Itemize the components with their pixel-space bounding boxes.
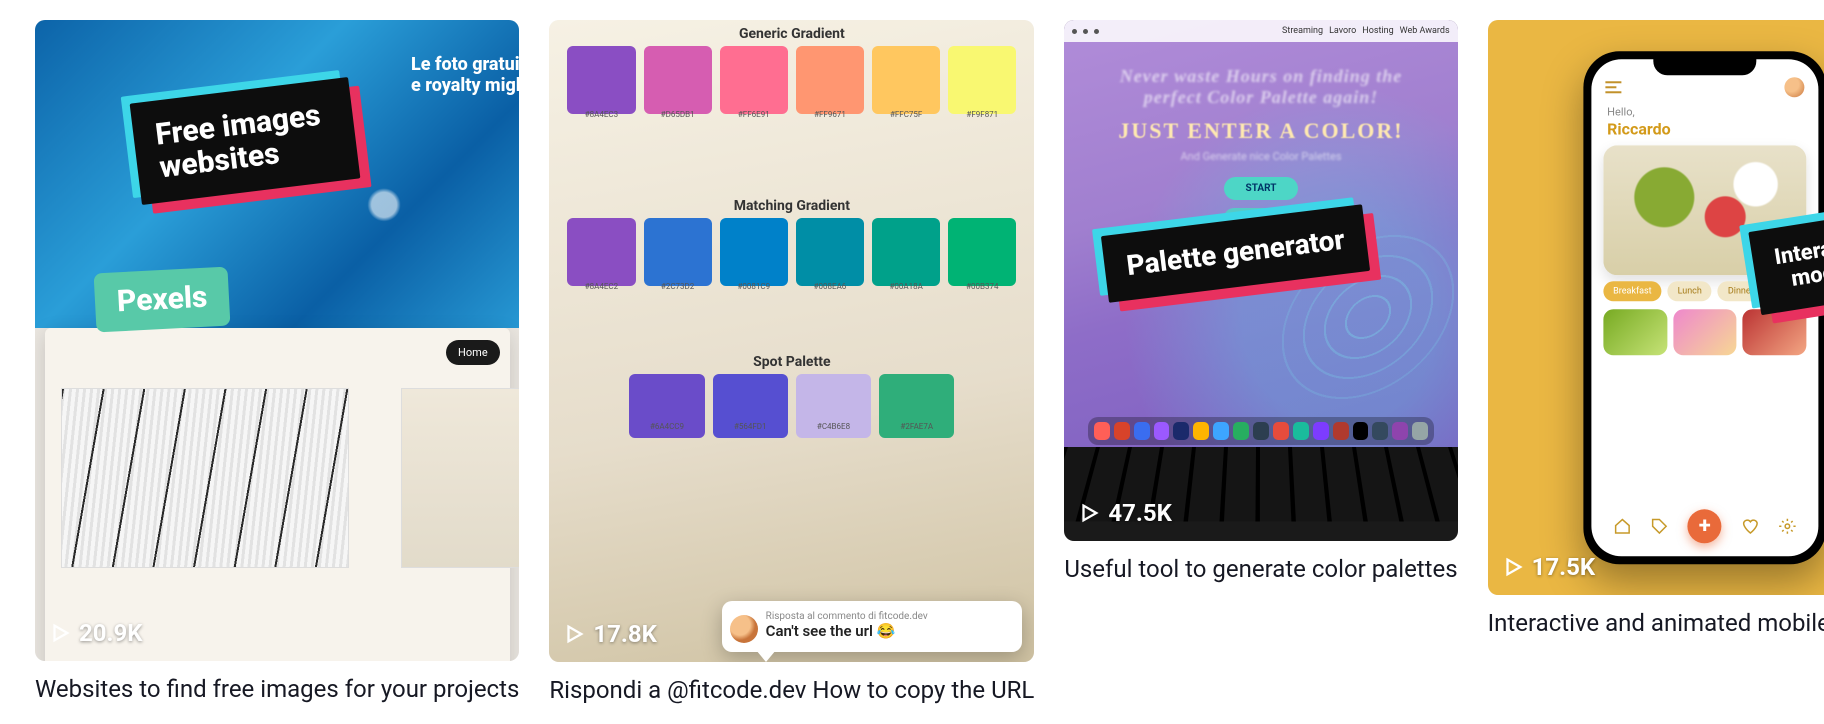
user-name: Riccardo xyxy=(1607,119,1670,138)
color-label: #D65DB1 xyxy=(644,110,712,119)
video-thumbnail[interactable]: StreamingLavoroHostingWeb Awards Never w… xyxy=(1064,20,1457,541)
dock-app-icon xyxy=(1134,422,1150,440)
video-caption: Websites to find free images for your pr… xyxy=(35,675,519,703)
home-icon xyxy=(1613,517,1631,535)
menu-icon xyxy=(1605,81,1621,93)
color-swatch xyxy=(872,46,940,114)
video-card[interactable]: Generic Gradient #8A4EC3 #D65DB1 #FF6E91 #F… xyxy=(549,20,1034,704)
color-swatch xyxy=(567,46,635,114)
bottom-nav: + xyxy=(1603,506,1806,546)
dock-app-icon xyxy=(1094,422,1110,440)
dock-app-icon xyxy=(1173,422,1189,440)
color-swatch xyxy=(720,46,788,114)
food-thumb xyxy=(1603,309,1667,355)
banner-text: Le foto gratuite e royalty migli xyxy=(411,54,519,96)
color-label: #2FAE7A xyxy=(879,422,954,431)
video-thumbnail[interactable]: Le foto gratuite e royalty migli Home Fr… xyxy=(35,20,519,661)
comment-bubble: Risposta al commento di fitcode.dev Can'… xyxy=(722,601,1023,652)
start-button: START xyxy=(1224,177,1299,200)
dock-app-icon xyxy=(1392,422,1408,440)
color-label: #008EA6 xyxy=(796,282,864,291)
dock-app-icon xyxy=(1233,422,1249,440)
tag-icon xyxy=(1650,517,1668,535)
dock-app-icon xyxy=(1353,422,1369,440)
heart-icon xyxy=(1741,517,1759,535)
hero-section: Never waste Hours on finding theperfect … xyxy=(1064,66,1457,228)
color-label: #564FD1 xyxy=(713,422,788,431)
play-icon xyxy=(1078,502,1100,524)
color-swatch xyxy=(872,218,940,286)
macos-menubar: StreamingLavoroHostingWeb Awards xyxy=(1064,20,1457,42)
video-caption: Useful tool to generate color palettes xyxy=(1064,555,1457,583)
video-caption: Rispondi a @fitcode.dev How to copy the … xyxy=(549,676,1034,704)
avatar xyxy=(1784,77,1804,97)
overlay-label: Free imageswebsites xyxy=(130,77,361,205)
overlay-label: Interactivemockup xyxy=(1748,209,1824,316)
comment-text: Can't see the url 😂 xyxy=(766,622,1011,640)
greeting-text: Hello, xyxy=(1607,105,1634,118)
color-label: #00B374 xyxy=(948,282,1016,291)
dock-app-icon xyxy=(1193,422,1209,440)
color-swatch xyxy=(644,218,712,286)
color-label: #FFC75F xyxy=(872,110,940,119)
color-swatch xyxy=(796,46,864,114)
color-label: #8A4EC3 xyxy=(567,110,635,119)
video-thumbnail[interactable]: Generic Gradient #8A4EC3 #D65DB1 #FF6E91 #F… xyxy=(549,20,1034,662)
home-button: Home xyxy=(446,340,500,365)
dock-app-icon xyxy=(1412,422,1428,440)
dock-app-icon xyxy=(1333,422,1349,440)
dock-app-icon xyxy=(1273,422,1289,440)
dock-app-icon xyxy=(1313,422,1329,440)
color-swatch xyxy=(644,46,712,114)
dock-app-icon xyxy=(1253,422,1269,440)
color-swatch xyxy=(948,46,1016,114)
section-title: Spot Palette xyxy=(549,354,1034,370)
chip: Lunch xyxy=(1668,281,1712,301)
view-count: 17.5K xyxy=(1502,553,1596,581)
color-label: #F9F871 xyxy=(948,110,1016,119)
color-swatch xyxy=(720,218,788,286)
color-swatch xyxy=(948,218,1016,286)
section-title: Generic Gradient xyxy=(549,26,1034,42)
play-icon xyxy=(563,623,585,645)
video-thumbnail[interactable]: Hello, Riccardo BreakfastLunchDinner + xyxy=(1488,20,1824,595)
color-label: #FF9671 xyxy=(796,110,864,119)
video-caption: Interactive and animated mobile mockup xyxy=(1488,609,1824,637)
color-label: #00A18A xyxy=(872,282,940,291)
chip: Breakfast xyxy=(1603,281,1661,301)
play-icon xyxy=(49,622,71,644)
dock-app-icon xyxy=(1213,422,1229,440)
gear-icon xyxy=(1779,517,1797,535)
dock-app-icon xyxy=(1154,422,1170,440)
food-thumb xyxy=(1673,309,1737,355)
view-count: 47.5K xyxy=(1078,499,1172,527)
video-card[interactable]: StreamingLavoroHostingWeb Awards Never w… xyxy=(1064,20,1457,704)
dock-app-icon xyxy=(1114,422,1130,440)
color-label: #2C73D2 xyxy=(644,282,712,291)
pexels-pill: Pexels xyxy=(94,267,231,333)
view-count: 17.8K xyxy=(563,620,657,648)
color-swatch xyxy=(567,218,635,286)
dock-app-icon xyxy=(1372,422,1388,440)
color-label: #C4B6E8 xyxy=(796,422,871,431)
add-button: + xyxy=(1688,509,1722,543)
video-card[interactable]: Le foto gratuite e royalty migli Home Fr… xyxy=(35,20,519,704)
dock-app-icon xyxy=(1293,422,1309,440)
color-label: #0081C9 xyxy=(720,282,788,291)
color-label: #FF6E91 xyxy=(720,110,788,119)
avatar xyxy=(730,615,758,643)
color-label: #6A4CC9 xyxy=(629,422,704,431)
comment-meta: Risposta al commento di fitcode.dev xyxy=(766,611,1011,622)
video-card[interactable]: Hello, Riccardo BreakfastLunchDinner + xyxy=(1488,20,1824,704)
play-icon xyxy=(1502,556,1524,578)
color-label: #8A4EC2 xyxy=(567,282,635,291)
section-title: Matching Gradient xyxy=(549,198,1034,214)
color-swatch xyxy=(796,218,864,286)
view-count: 20.9K xyxy=(49,619,143,647)
video-grid: Le foto gratuite e royalty migli Home Fr… xyxy=(35,20,1789,704)
macos-dock xyxy=(1088,417,1434,445)
